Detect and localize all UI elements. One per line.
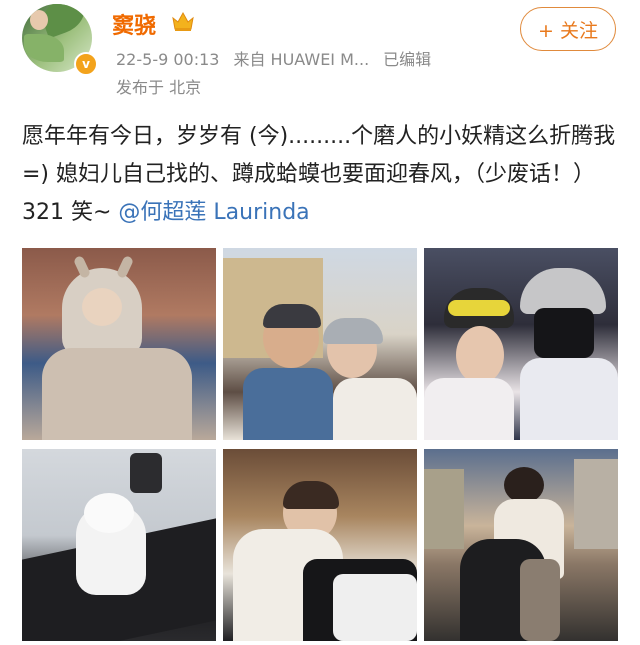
avatar-face: [30, 10, 48, 30]
photo-grid: [22, 248, 618, 642]
post-source: 来自 HUAWEI M...: [233, 50, 370, 69]
avatar-leaf: [24, 34, 64, 62]
photo-snow-figure[interactable]: [22, 449, 216, 641]
username[interactable]: 窦骁: [112, 8, 156, 40]
follow-button[interactable]: + 关注: [520, 7, 616, 51]
photo-couple-ski-goggles[interactable]: [424, 248, 618, 440]
post-location: 发布于 北京: [116, 78, 202, 97]
verified-badge-icon: v: [74, 52, 98, 76]
post-meta: 22-5-9 00:13 来自 HUAWEI M... 已编辑: [116, 46, 445, 70]
photo-girl-deer-hoodie[interactable]: [22, 248, 216, 440]
mention-link[interactable]: @何超莲 Laurinda: [118, 200, 309, 225]
photo-couple-rooftop[interactable]: [424, 449, 618, 641]
crown-icon: [172, 11, 194, 31]
post-text: 愿年年有今日，岁岁有 (今).........个磨人的小妖精这么折腾我 =) 媳…: [22, 118, 622, 232]
post-body: 愿年年有今日，岁岁有 (今).........个磨人的小妖精这么折腾我 =) 媳…: [22, 124, 616, 225]
post-time: 22-5-9 00:13: [116, 50, 220, 69]
edited-label: 已编辑: [383, 50, 432, 69]
photo-couple-selfie-castle[interactable]: [223, 248, 417, 440]
photo-woman-cooking[interactable]: [223, 449, 417, 641]
